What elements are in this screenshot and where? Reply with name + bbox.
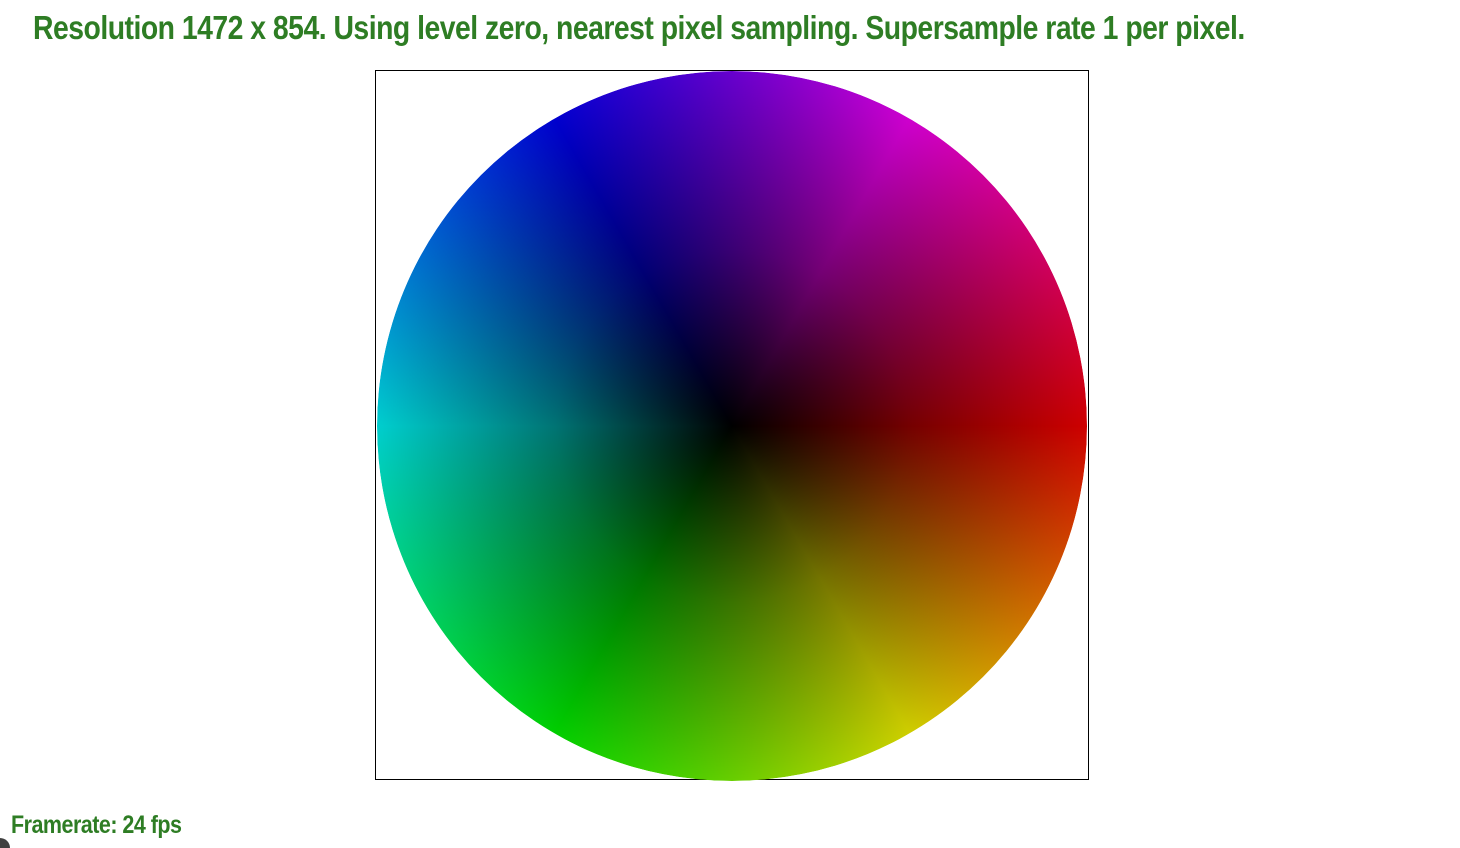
status-line: Resolution 1472 x 854. Using level zero,…	[33, 9, 1245, 46]
framerate-label: Framerate: 24 fps	[11, 811, 182, 839]
window-corner	[0, 838, 10, 848]
color-wheel	[377, 71, 1087, 781]
center-shading	[377, 71, 1087, 781]
render-viewport[interactable]	[375, 70, 1089, 781]
render-window: Resolution 1472 x 854. Using level zero,…	[0, 0, 1460, 848]
